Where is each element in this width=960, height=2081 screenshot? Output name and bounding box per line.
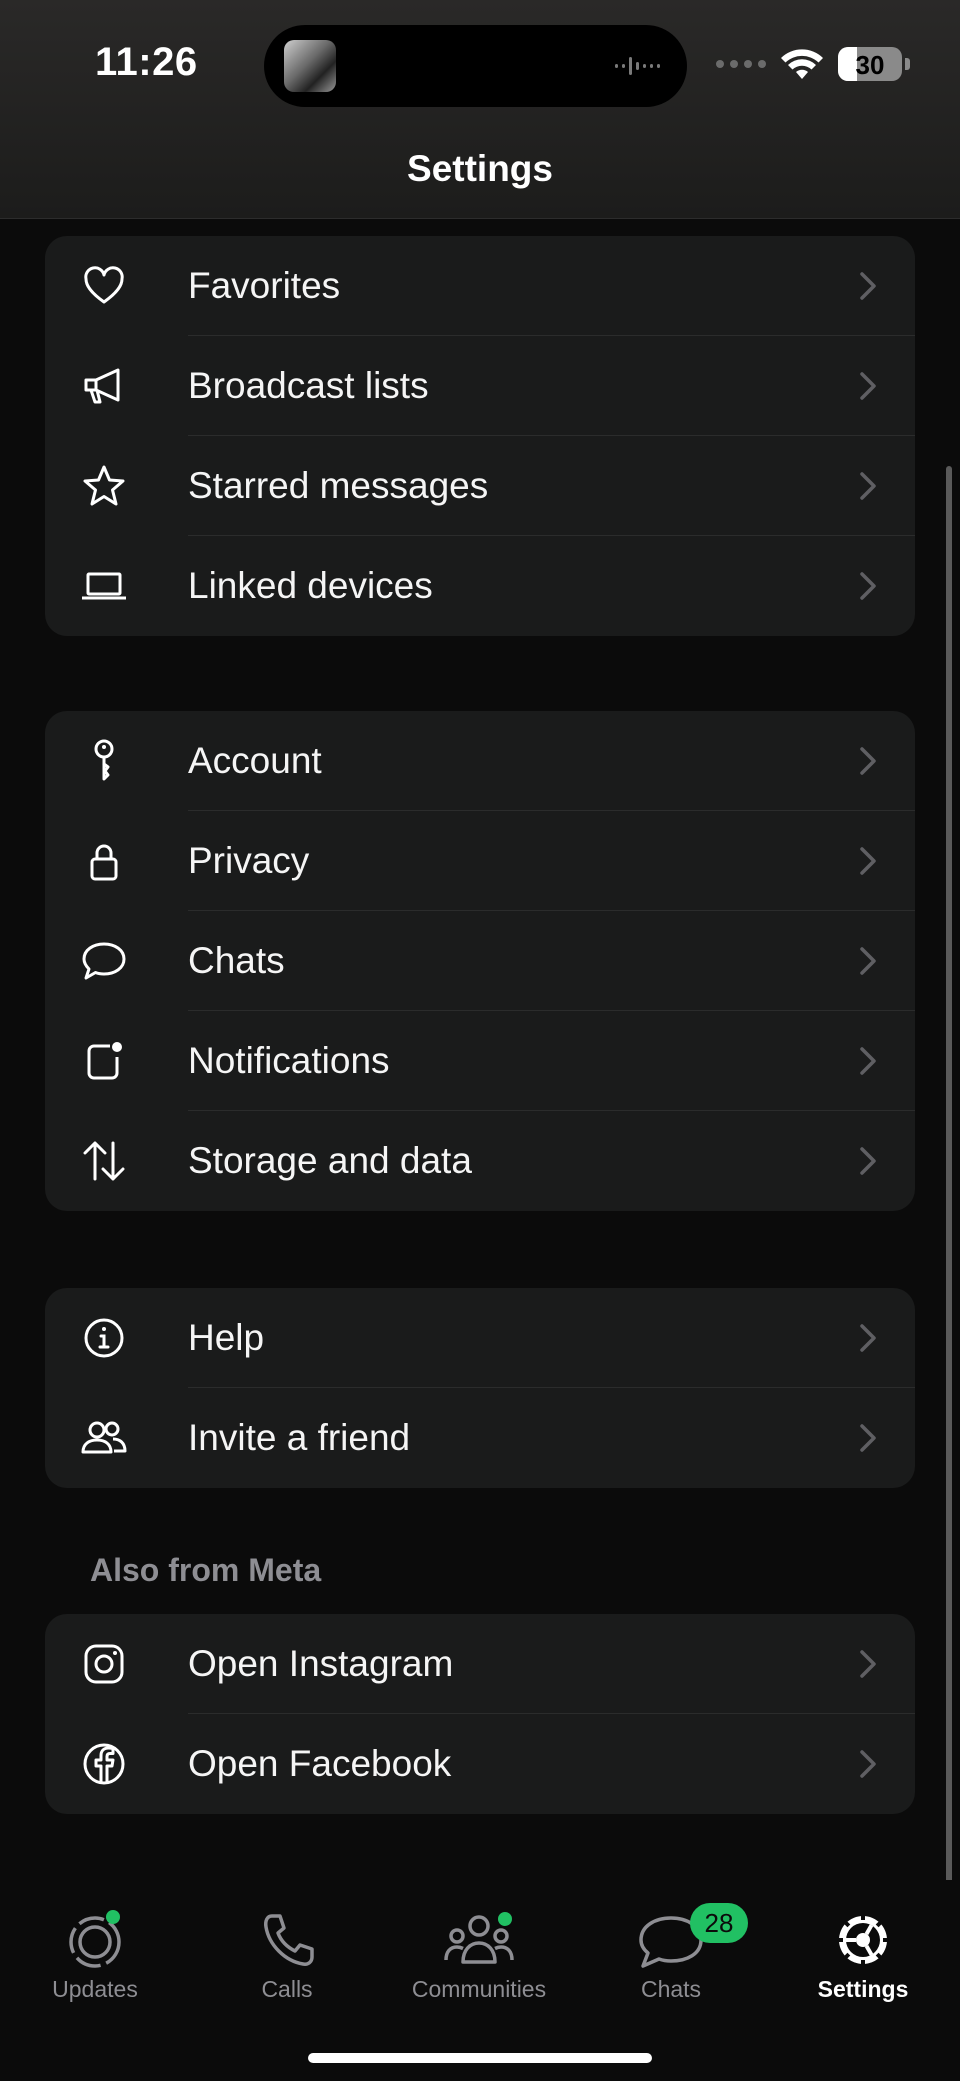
notification-icon xyxy=(79,1036,129,1086)
tab-label: Settings xyxy=(817,1976,909,2002)
settings-group-lists: Favorites Broadcast lists Starred messag… xyxy=(45,236,915,636)
tab-label: Chats xyxy=(640,1976,702,2002)
storage-arrows-icon xyxy=(79,1136,129,1186)
home-indicator[interactable] xyxy=(308,2053,652,2063)
settings-row-broadcast-lists[interactable]: Broadcast lists xyxy=(45,336,915,436)
chevron-right-icon xyxy=(860,1750,876,1778)
battery-level: 30 xyxy=(855,50,885,80)
chevron-right-icon xyxy=(860,1047,876,1075)
settings-row-notifications[interactable]: Notifications xyxy=(45,1011,915,1111)
updates-unread-dot xyxy=(106,1910,120,1924)
dynamic-island[interactable] xyxy=(264,25,687,107)
tab-updates[interactable]: Updates xyxy=(5,1880,185,2003)
settings-row-label: Open Instagram xyxy=(188,1643,454,1684)
settings-row-storage-and-data[interactable]: Storage and data xyxy=(45,1111,915,1211)
chevron-right-icon xyxy=(860,572,876,600)
settings-row-help[interactable]: Help xyxy=(45,1288,915,1388)
heart-icon xyxy=(79,261,129,311)
info-icon xyxy=(79,1313,129,1363)
wifi-icon xyxy=(781,49,823,79)
chats-unread-badge: 28 xyxy=(690,1903,748,1943)
settings-row-label: Privacy xyxy=(188,840,310,881)
settings-group-meta: Open Instagram Open Facebook xyxy=(45,1614,915,1814)
chevron-right-icon xyxy=(860,1324,876,1352)
cellular-signal-icon xyxy=(716,60,766,68)
battery-tip xyxy=(905,58,910,70)
people-icon xyxy=(79,1413,129,1463)
settings-group-account: Account Privacy Chats Notifications Stor… xyxy=(45,711,915,1211)
now-playing-artwork xyxy=(284,40,336,92)
settings-row-label: Favorites xyxy=(188,265,341,306)
settings-row-starred-messages[interactable]: Starred messages xyxy=(45,436,915,536)
settings-row-label: Storage and data xyxy=(188,1140,472,1181)
laptop-icon xyxy=(79,561,129,611)
tab-label: Updates xyxy=(52,1976,138,2002)
settings-row-label: Help xyxy=(188,1317,265,1358)
settings-group-help: Help Invite a friend xyxy=(45,1288,915,1488)
settings-row-privacy[interactable]: Privacy xyxy=(45,811,915,911)
settings-row-linked-devices[interactable]: Linked devices xyxy=(45,536,915,636)
settings-row-open-facebook[interactable]: Open Facebook xyxy=(45,1714,915,1814)
settings-row-invite-a-friend[interactable]: Invite a friend xyxy=(45,1388,915,1488)
chat-bubble-icon xyxy=(79,936,129,986)
tab-label: Communities xyxy=(411,1976,547,2002)
chevron-right-icon xyxy=(860,1424,876,1452)
settings-row-label: Account xyxy=(188,740,322,781)
audio-waveform-icon xyxy=(615,57,660,75)
chevron-right-icon xyxy=(860,947,876,975)
megaphone-icon xyxy=(79,361,129,411)
chevron-right-icon xyxy=(860,372,876,400)
settings-row-chats[interactable]: Chats xyxy=(45,911,915,1011)
communities-unread-dot xyxy=(498,1912,512,1926)
page-title: Settings xyxy=(407,148,553,189)
settings-row-account[interactable]: Account xyxy=(45,711,915,811)
chevron-right-icon xyxy=(860,1650,876,1678)
chevron-right-icon xyxy=(860,847,876,875)
settings-row-open-instagram[interactable]: Open Instagram xyxy=(45,1614,915,1714)
tab-chats[interactable]: 28 Chats xyxy=(581,1880,761,2003)
status-indicators: 30 xyxy=(716,44,910,84)
settings-row-label: Starred messages xyxy=(188,465,489,506)
settings-row-label: Broadcast lists xyxy=(188,365,429,406)
star-icon xyxy=(79,461,129,511)
chevron-right-icon xyxy=(860,1147,876,1175)
top-bar: 11:26 30 Settings xyxy=(0,0,960,219)
settings-gear-icon xyxy=(837,1914,889,1966)
tab-label: Calls xyxy=(261,1976,313,2002)
instagram-icon xyxy=(79,1639,129,1689)
tab-bar: Updates Calls Communities 28 Chats Setti… xyxy=(0,1880,960,2081)
settings-row-label: Open Facebook xyxy=(188,1743,452,1784)
chevron-right-icon xyxy=(860,272,876,300)
lock-icon xyxy=(79,836,129,886)
chevron-right-icon xyxy=(860,747,876,775)
section-label-also-from-meta: Also from Meta xyxy=(90,1552,322,1588)
phone-icon xyxy=(264,1914,314,1966)
status-time: 11:26 xyxy=(95,40,198,84)
settings-row-label: Linked devices xyxy=(188,565,433,606)
battery-icon: 30 xyxy=(838,47,902,81)
tab-calls[interactable]: Calls xyxy=(197,1880,377,2003)
facebook-icon xyxy=(79,1739,129,1789)
settings-row-label: Notifications xyxy=(188,1040,390,1081)
scrollbar[interactable] xyxy=(946,466,952,1890)
tab-communities[interactable]: Communities xyxy=(389,1880,569,2003)
settings-row-favorites[interactable]: Favorites xyxy=(45,236,915,336)
settings-row-label: Invite a friend xyxy=(188,1417,411,1458)
settings-row-label: Chats xyxy=(188,940,285,981)
tab-settings[interactable]: Settings xyxy=(773,1880,953,2003)
chevron-right-icon xyxy=(860,472,876,500)
key-icon xyxy=(79,736,129,786)
